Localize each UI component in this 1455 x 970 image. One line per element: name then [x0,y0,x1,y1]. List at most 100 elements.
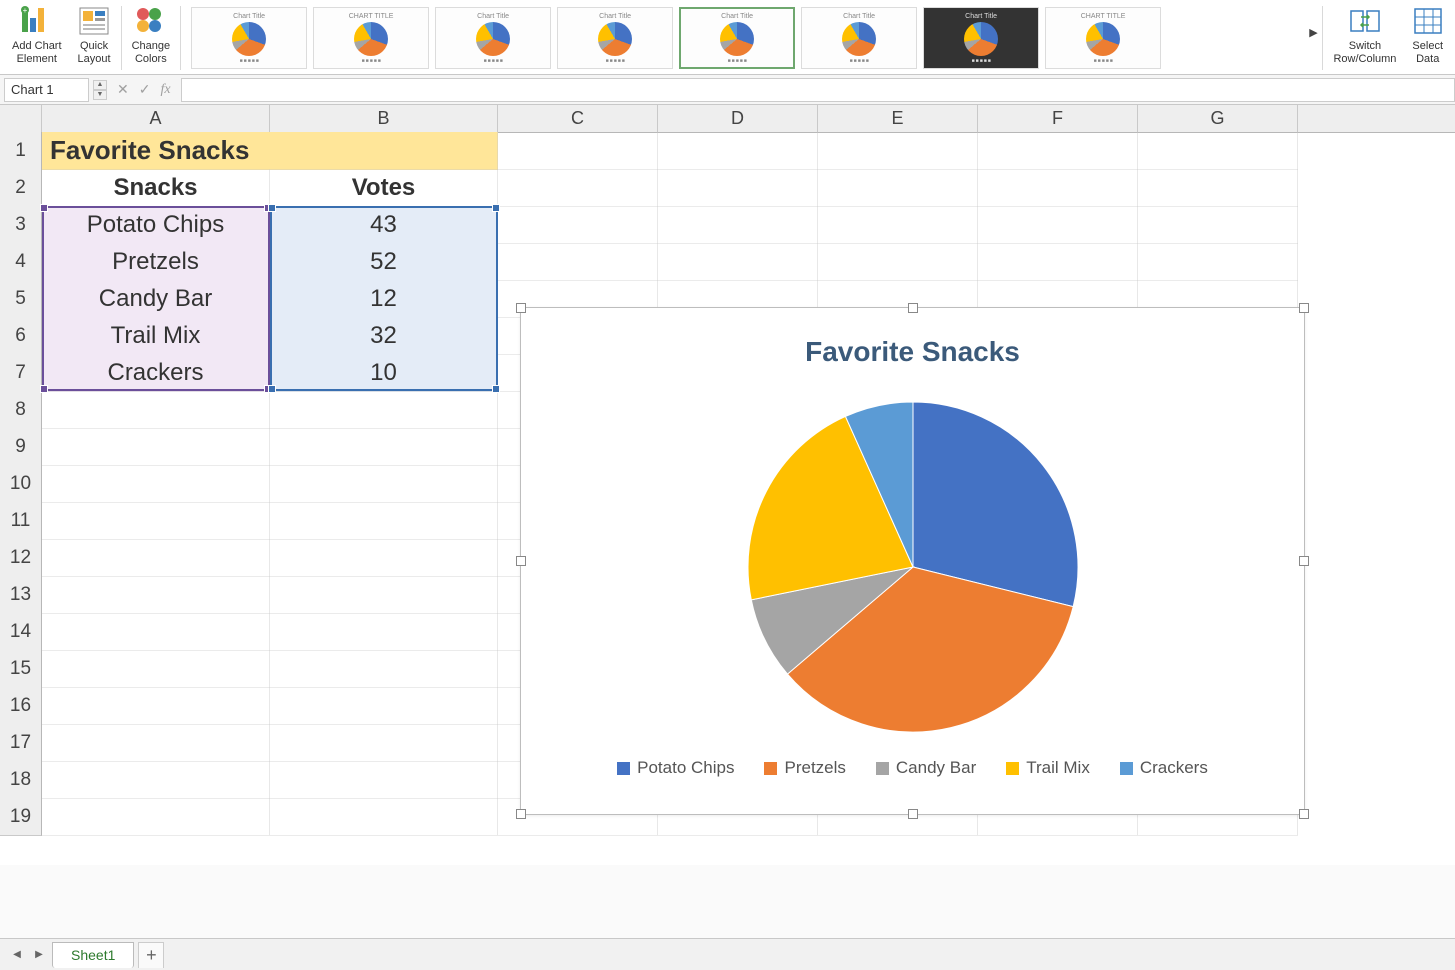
resize-handle[interactable] [908,809,918,819]
cell[interactable]: Votes [270,169,498,207]
cell[interactable] [42,687,270,725]
sheet-nav-prev-icon[interactable]: ◀ [8,946,26,964]
cell[interactable] [658,132,818,170]
legend-item[interactable]: Candy Bar [876,758,976,778]
cell[interactable] [270,132,498,170]
row-header[interactable]: 1 [0,132,42,170]
chart-style-thumb[interactable]: Chart Title■ ■ ■ ■ ■ [557,7,673,69]
chart-style-thumb[interactable]: CHART TITLE■ ■ ■ ■ ■ [1045,7,1161,69]
cell[interactable]: Potato Chips [42,206,270,244]
chart-style-thumb[interactable]: Chart Title■ ■ ■ ■ ■ [801,7,917,69]
row-header[interactable]: 8 [0,391,42,429]
row-header[interactable]: 5 [0,280,42,318]
row-header[interactable]: 3 [0,206,42,244]
cell[interactable] [1138,132,1298,170]
cell[interactable] [978,132,1138,170]
cell[interactable] [818,169,978,207]
cell[interactable] [270,613,498,651]
cancel-formula-icon[interactable]: ✕ [117,81,129,98]
cell[interactable] [1138,169,1298,207]
column-header[interactable]: A [42,105,270,132]
stepper-down-icon[interactable]: ▼ [93,90,107,100]
cell[interactable] [42,391,270,429]
cell[interactable] [818,132,978,170]
formula-input[interactable] [181,78,1455,102]
cell[interactable] [658,243,818,281]
cell[interactable] [42,576,270,614]
quick-layout-button[interactable]: Quick Layout [70,2,119,74]
row-header[interactable]: 4 [0,243,42,281]
chart-title[interactable]: Favorite Snacks [521,308,1304,368]
cell[interactable] [498,206,658,244]
cell[interactable]: Crackers [42,354,270,392]
cell[interactable] [42,502,270,540]
cell[interactable] [978,206,1138,244]
cell[interactable] [270,650,498,688]
column-header[interactable]: E [818,105,978,132]
cell[interactable] [270,502,498,540]
cell[interactable] [42,724,270,762]
row-header[interactable]: 9 [0,428,42,466]
resize-handle[interactable] [908,303,918,313]
row-header[interactable]: 18 [0,761,42,799]
cell[interactable]: Snacks [42,169,270,207]
cell[interactable] [42,428,270,466]
resize-handle[interactable] [1299,809,1309,819]
add-sheet-button[interactable]: + [138,942,164,968]
cell[interactable] [658,206,818,244]
row-header[interactable]: 12 [0,539,42,577]
chart-style-thumb[interactable]: Chart Title■ ■ ■ ■ ■ [191,7,307,69]
sheet-tab-active[interactable]: Sheet1 [52,942,134,968]
cell[interactable] [42,465,270,503]
cell[interactable]: Candy Bar [42,280,270,318]
cell[interactable] [270,724,498,762]
cell[interactable] [270,428,498,466]
cell[interactable] [978,243,1138,281]
cell[interactable] [818,206,978,244]
cell[interactable] [270,465,498,503]
cell[interactable] [270,687,498,725]
cell[interactable] [42,539,270,577]
cell[interactable] [42,798,270,836]
row-header[interactable]: 13 [0,576,42,614]
embedded-chart[interactable]: Favorite Snacks Potato ChipsPretzelsCand… [520,307,1305,815]
row-header[interactable]: 19 [0,798,42,836]
name-box[interactable]: Chart 1 [4,78,89,102]
cell[interactable] [1138,206,1298,244]
chart-style-thumb[interactable]: Chart Title■ ■ ■ ■ ■ [923,7,1039,69]
legend-item[interactable]: Trail Mix [1006,758,1090,778]
spreadsheet-grid[interactable]: ABCDEFG 1Favorite Snacks2SnacksVotes3Pot… [0,105,1455,865]
switch-row-column-button[interactable]: Switch Row/Column [1325,2,1404,74]
resize-handle[interactable] [516,556,526,566]
row-header[interactable]: 11 [0,502,42,540]
row-header[interactable]: 15 [0,650,42,688]
cell[interactable]: 52 [270,243,498,281]
name-box-stepper[interactable]: ▲ ▼ [93,80,107,100]
column-header[interactable]: C [498,105,658,132]
cell[interactable] [818,243,978,281]
cell[interactable] [42,613,270,651]
cell[interactable] [270,761,498,799]
legend-item[interactable]: Crackers [1120,758,1208,778]
cell[interactable]: Pretzels [42,243,270,281]
cell[interactable] [270,391,498,429]
cell[interactable] [498,132,658,170]
resize-handle[interactable] [516,809,526,819]
column-header[interactable]: F [978,105,1138,132]
column-header[interactable]: G [1138,105,1298,132]
enter-formula-icon[interactable]: ✓ [139,81,151,98]
chart-styles-more-button[interactable]: ▶ [1306,2,1320,62]
cell[interactable] [978,169,1138,207]
row-header[interactable]: 2 [0,169,42,207]
row-header[interactable]: 16 [0,687,42,725]
cell[interactable] [658,169,818,207]
chart-style-thumb[interactable]: Chart Title■ ■ ■ ■ ■ [679,7,795,69]
cell[interactable] [42,650,270,688]
resize-handle[interactable] [516,303,526,313]
column-header[interactable]: D [658,105,818,132]
select-data-button[interactable]: Select Data [1404,2,1451,74]
cell[interactable] [270,539,498,577]
chart-style-thumb[interactable]: Chart Title■ ■ ■ ■ ■ [435,7,551,69]
cell[interactable] [1138,243,1298,281]
cell[interactable]: 32 [270,317,498,355]
